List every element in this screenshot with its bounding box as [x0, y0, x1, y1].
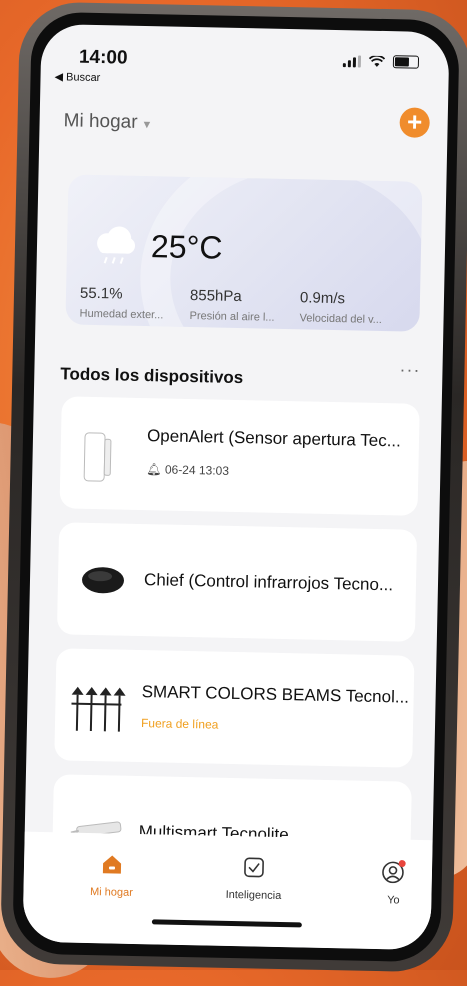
- device-card-openalert[interactable]: OpenAlert (Sensor apertura Tec... 🔔︎ 06-…: [59, 396, 420, 516]
- temperature-value: 25°C: [150, 228, 223, 266]
- bottom-tab-bar: Mi hogar Inteligencia Yo: [22, 831, 434, 951]
- phone-frame: 14:00 ◀ Buscar Mi hogar ▼ + 25°C 55.1% H…: [0, 1, 467, 973]
- home-selector[interactable]: Mi hogar ▼: [63, 110, 152, 134]
- wifi-icon: [368, 55, 386, 67]
- tab-inteligencia[interactable]: Inteligencia: [213, 856, 294, 903]
- caret-down-icon: ▼: [141, 118, 153, 132]
- home-indicator[interactable]: [151, 919, 302, 928]
- more-options-icon[interactable]: ···: [399, 359, 420, 380]
- device-last-event: 🔔︎ 06-24 13:03: [146, 462, 230, 478]
- checkbox-icon: [244, 857, 264, 878]
- app-screen: 14:00 ◀ Buscar Mi hogar ▼ + 25°C 55.1% H…: [22, 23, 450, 951]
- tab-yo[interactable]: Yo: [353, 859, 434, 908]
- garden-lights-icon: [71, 686, 126, 732]
- humidity-stat: 55.1% Humedad exter...: [79, 285, 163, 322]
- ir-remote-icon: [82, 567, 125, 594]
- humidity-label: Humedad exter...: [79, 307, 164, 322]
- add-device-button[interactable]: +: [399, 107, 430, 138]
- pressure-label: Presión al aire l...: [189, 309, 275, 324]
- device-name: SMART COLORS BEAMS Tecnol...: [141, 682, 410, 707]
- devices-section-title: Todos los dispositivos: [60, 364, 244, 388]
- door-sensor-icon: [83, 432, 112, 482]
- status-bar: 14:00 ◀ Buscar: [40, 24, 449, 93]
- weather-card[interactable]: 25°C 55.1% Humedad exter... 855hPa Presi…: [65, 174, 423, 332]
- tab-label: Mi hogar: [89, 886, 133, 899]
- tab-label: Inteligencia: [225, 888, 282, 903]
- profile-icon: [382, 860, 406, 884]
- wind-value: 0.9m/s: [299, 289, 346, 308]
- back-to-search-link[interactable]: ◀ Buscar: [54, 70, 100, 84]
- device-card-smart-colors-beams[interactable]: SMART COLORS BEAMS Tecnol... Fuera de lí…: [54, 648, 415, 768]
- wind-label: Velocidad del v...: [299, 312, 383, 327]
- rain-cloud-icon: [97, 226, 136, 264]
- device-name: Chief (Control infrarrojos Tecno...: [143, 570, 394, 595]
- signal-icon: [342, 54, 362, 68]
- wind-stat: 0.9m/s Velocidad del v...: [299, 289, 382, 326]
- pressure-stat: 855hPa Presión al aire l...: [189, 287, 275, 324]
- tab-label: Yo: [387, 894, 400, 907]
- home-name: Mi hogar: [63, 110, 138, 133]
- tab-mi-hogar[interactable]: Mi hogar: [71, 853, 152, 900]
- pressure-value: 855hPa: [189, 286, 242, 306]
- device-status-offline: Fuera de línea: [140, 716, 219, 732]
- battery-icon: [392, 55, 420, 69]
- device-card-chief[interactable]: Chief (Control infrarrojos Tecno...: [56, 522, 418, 642]
- humidity-value: 55.1%: [79, 284, 123, 303]
- clock-time: 14:00: [78, 46, 128, 69]
- home-icon: [102, 855, 122, 874]
- status-icons: [342, 54, 420, 69]
- phone-bezel: 14:00 ◀ Buscar Mi hogar ▼ + 25°C 55.1% H…: [12, 11, 460, 963]
- bell-icon: 🔔︎: [146, 462, 162, 477]
- device-name: OpenAlert (Sensor apertura Tec...: [146, 426, 402, 451]
